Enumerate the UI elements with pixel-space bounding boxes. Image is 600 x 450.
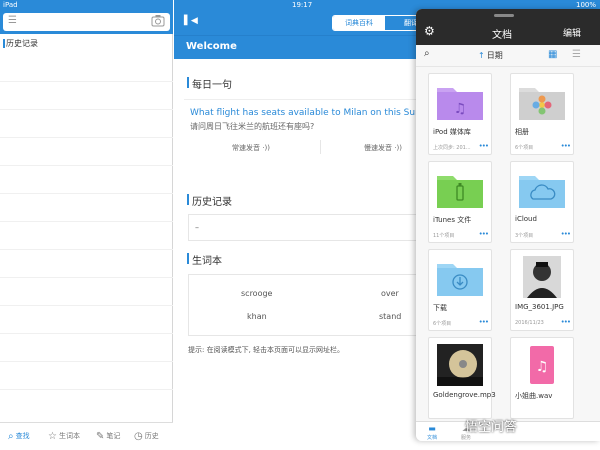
tab-history[interactable]: ◷ 历史 [134,431,159,442]
photos-folder-icon [519,88,565,120]
file-item-ipod[interactable]: ♫ iPod 媒体库 上次同步: 201... ••• [428,73,492,155]
speaker-icon: ·)) [394,144,402,152]
more-icon[interactable]: ••• [479,230,489,238]
status-time: 19:17 [292,1,313,9]
daily-sentence-zh: 请问周日飞往米兰的航班还有座吗? [190,122,315,131]
status-bar: iPad 19:17 100% [0,0,600,10]
watermark-logo: 悟空问答 [465,420,518,435]
vocab-word[interactable]: stand [379,312,401,321]
file-item-downloads[interactable]: 下载 6个项目 ••• [428,249,492,331]
tab-vocab[interactable]: ☆ 生词本 [48,431,80,442]
more-icon[interactable]: ••• [479,318,489,326]
history-box[interactable]: – [188,214,428,241]
photo-thumbnail [523,256,561,298]
tab-documents[interactable]: ▬ 文档 [420,424,444,441]
vocab-word[interactable]: over [381,289,399,298]
music-folder-icon: ♫ [437,88,483,120]
hint-text: 提示: 在阅读模式下, 轻击本页面可以显示网址栏。 [188,346,345,354]
vocab-word[interactable]: khan [247,312,267,321]
cloud-folder-icon [519,176,565,208]
file-item-wav[interactable]: ♫ 小姐曲.wav [510,337,574,419]
search-icon: ⌕ [8,431,14,442]
list-view-icon[interactable]: ☰ [572,49,581,60]
device-label: iPad [3,1,18,9]
daily-sentence-card[interactable]: What flight has seats available to Milan… [184,99,437,167]
battery-label: 100% [575,1,596,9]
edit-button[interactable]: 编辑 [563,26,581,39]
camera-icon[interactable] [151,14,165,27]
files-title: 文档 [492,30,512,41]
more-icon[interactable]: ••• [561,230,571,238]
file-item-photos[interactable]: 相册 6个项目 ••• [510,73,574,155]
svg-text:♫: ♫ [536,359,549,375]
tab-dictionary[interactable]: 词典百科 [333,16,385,30]
clock-icon: ◷ [134,431,143,442]
vocab-section-heading: 生词本 [187,252,222,267]
play-slow-button[interactable]: 慢速发音 ·)) [364,143,402,153]
history-item: – [195,223,199,232]
more-icon[interactable]: ••• [561,318,571,326]
history-list [0,54,173,390]
folder-icon: ▬ [428,424,436,433]
daily-sentence-en: What flight has seats available to Milan… [190,108,438,118]
file-item-img[interactable]: IMG_3601.JPG 2016/11/23 ••• [510,249,574,331]
drag-handle[interactable] [494,14,514,17]
welcome-title: Welcome [186,41,237,52]
download-folder-icon [437,264,483,296]
grid-view-icon[interactable]: ▦ [548,49,557,60]
search-icon[interactable]: ⌕ [424,48,430,59]
album-art-thumbnail [437,344,483,386]
audio-file-icon: ♫ [530,346,554,384]
gear-icon[interactable]: ⚙ [424,24,435,38]
tab-notes[interactable]: ✎ 笔记 [96,431,120,442]
history-section-heading: 历史记录 [187,193,232,208]
bottom-tab-bar: ⌕ 查找 ☆ 生词本 ✎ 笔记 ◷ 历史 [0,422,173,450]
usb-folder-icon [437,176,483,208]
file-item-mp3[interactable]: Goldengrove.mp3 [428,337,496,419]
star-icon: ☆ [48,431,57,442]
tab-search[interactable]: ⌕ 查找 [8,431,30,442]
vocab-box: scrooge over khan stand [188,274,428,336]
file-item-itunes[interactable]: iTunes 文件 11个项目 ••• [428,161,492,243]
more-icon[interactable]: ••• [561,142,571,150]
divider [320,140,321,154]
sidebar-toggle-icon[interactable]: ▌◀ [184,16,198,26]
history-heading: 历史记录 [3,39,38,48]
vocab-word[interactable]: scrooge [241,289,272,298]
file-item-icloud[interactable]: iCloud 3个项目 ••• [510,161,574,243]
search-input[interactable]: ☰ [3,13,170,31]
arrow-up-icon: ↑ [478,51,485,60]
files-header: ⚙ 文档 编辑 [416,9,600,45]
daily-heading: 每日一句 [187,76,232,91]
menu-icon[interactable]: ☰ [8,15,17,26]
sort-by-date-button[interactable]: ↑ 日期 [478,50,503,61]
files-panel: ⚙ 文档 编辑 ⌕ ↑ 日期 ▦ ☰ ♫ iPod 媒体库 上次同步: 201..… [416,9,600,441]
svg-text:♫: ♫ [454,101,467,117]
more-icon[interactable]: ••• [479,142,489,150]
speaker-icon: ·)) [262,144,270,152]
play-normal-button[interactable]: 常速发音 ·)) [232,143,270,153]
sort-bar: ⌕ ↑ 日期 ▦ ☰ [416,45,600,67]
sidebar: ☰ 历史记录 ⌕ 查找 ☆ 生词本 ✎ 笔记 ◷ 历史 [0,0,173,450]
pencil-icon: ✎ [96,431,105,442]
